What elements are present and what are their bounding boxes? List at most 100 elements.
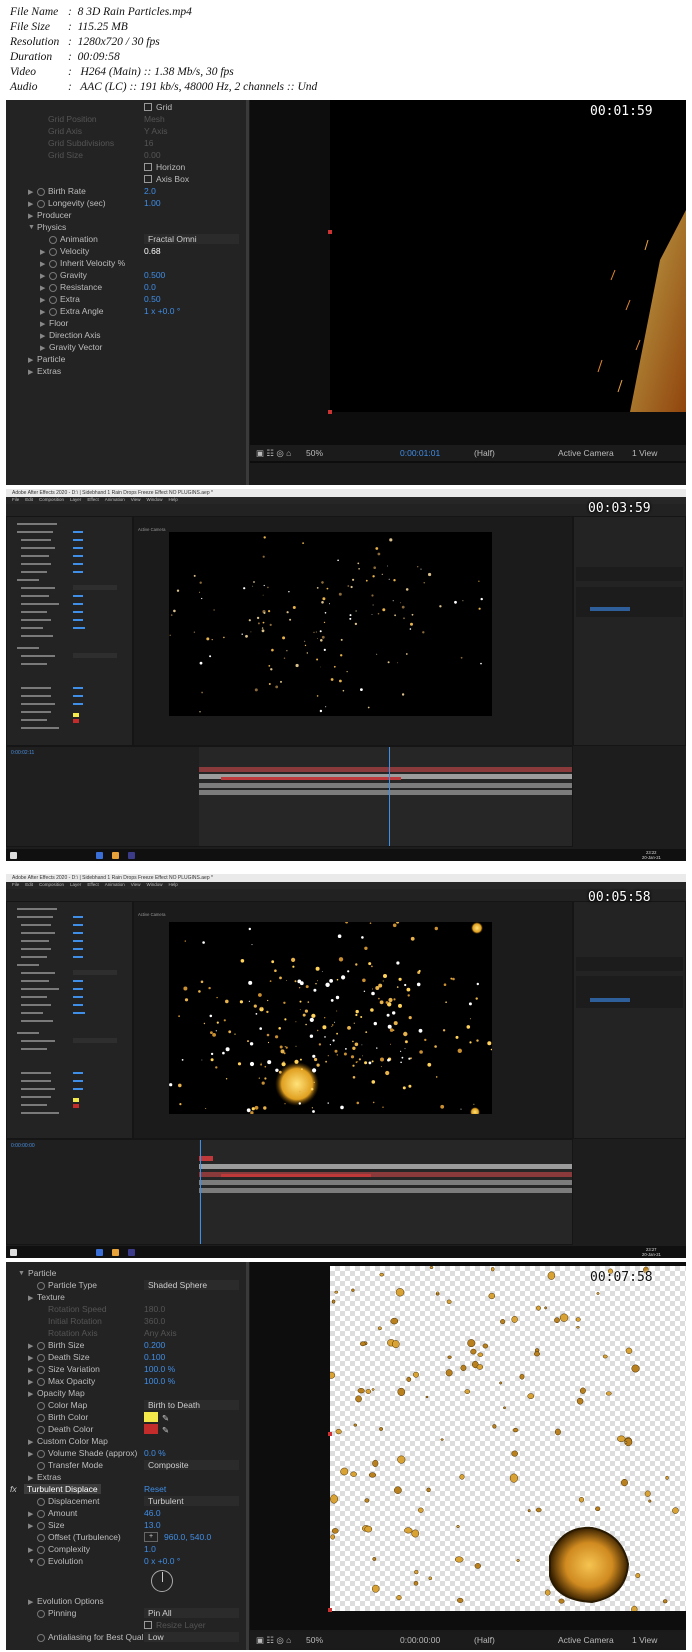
comp-handle[interactable] [328, 410, 332, 414]
extra-row[interactable]: ▶ Extra 0.50 [6, 294, 246, 306]
gravity-vector-row[interactable]: ▶ Gravity Vector [6, 342, 246, 354]
stopwatch-icon[interactable] [37, 1414, 45, 1422]
stopwatch-icon[interactable] [37, 200, 45, 208]
collapse-arrow-icon[interactable]: ▼ [28, 224, 35, 231]
resistance-row[interactable]: ▶ Resistance 0.0 [6, 282, 246, 294]
after-effects-icon[interactable] [128, 1249, 135, 1256]
stopwatch-icon[interactable] [37, 1354, 45, 1362]
composition-viewer[interactable]: 00:07:58 [250, 1262, 686, 1630]
velocity-row[interactable]: ▶ Velocity 0.68 [6, 246, 246, 258]
stopwatch-icon[interactable] [37, 188, 45, 196]
birth-color-swatch[interactable] [144, 1412, 158, 1422]
longevity-row[interactable]: ▶ Longevity (sec) 1.00 [6, 198, 246, 210]
particle-row[interactable]: ▶ Particle [6, 354, 246, 366]
expand-arrow-icon[interactable]: ▶ [28, 200, 33, 208]
stopwatch-icon[interactable] [37, 1634, 45, 1642]
particle [322, 1025, 327, 1030]
birth-rate-row[interactable]: ▶ Birth Rate 2.0 [6, 186, 246, 198]
start-icon[interactable] [10, 852, 17, 859]
transfer-mode-dropdown[interactable]: Composite [144, 1460, 239, 1470]
producer-row[interactable]: ▶ Producer [6, 210, 246, 222]
pinning-dropdown[interactable]: Pin All [144, 1608, 239, 1618]
stopwatch-icon[interactable] [37, 1546, 45, 1554]
eyedropper-icon[interactable]: ✎ [162, 1425, 169, 1436]
after-effects-icon[interactable] [128, 852, 135, 859]
stopwatch-icon[interactable] [37, 1282, 45, 1290]
displacement-dropdown[interactable]: Turbulent [144, 1496, 239, 1506]
inherit-velocity-row[interactable]: ▶ Inherit Velocity % [6, 258, 246, 270]
fx-icon[interactable]: fx [10, 1484, 17, 1494]
stopwatch-icon[interactable] [37, 1450, 45, 1458]
direction-axis-row[interactable]: ▶ Direction Axis [6, 330, 246, 342]
crosshair-icon[interactable]: + [144, 1532, 158, 1542]
color-map-dropdown[interactable]: Birth to Death [144, 1400, 239, 1410]
app-icon[interactable] [112, 852, 119, 859]
animation-row[interactable]: Animation Fractal Omni [6, 234, 246, 246]
particle [460, 1364, 467, 1372]
timeline-tracks[interactable] [199, 1140, 572, 1244]
composition-viewer[interactable]: 00:01:59 [250, 100, 686, 463]
stopwatch-icon[interactable] [49, 296, 57, 304]
stopwatch-icon[interactable] [37, 1426, 45, 1434]
animation-dropdown[interactable]: Fractal Omni [144, 234, 239, 244]
timeline-tracks[interactable] [199, 747, 572, 846]
expand-arrow-icon[interactable]: ▶ [28, 212, 33, 220]
eyedropper-icon[interactable]: ✎ [162, 1413, 169, 1424]
app-icon[interactable] [112, 1249, 119, 1256]
gravity-row[interactable]: ▶ Gravity 0.500 [6, 270, 246, 282]
floor-row[interactable]: ▶ Floor [6, 318, 246, 330]
particle [392, 1011, 396, 1015]
particle [371, 1584, 380, 1593]
stopwatch-icon[interactable] [37, 1534, 45, 1542]
stopwatch-icon[interactable] [49, 260, 57, 268]
comp-handle[interactable] [328, 1608, 332, 1612]
stopwatch-icon[interactable] [49, 236, 57, 244]
particle [490, 1048, 493, 1051]
app-icon[interactable] [96, 1249, 103, 1256]
particle [469, 1018, 471, 1020]
panel-divider[interactable] [246, 100, 249, 485]
stopwatch-icon[interactable] [37, 1366, 45, 1374]
start-icon[interactable] [10, 1249, 17, 1256]
antialiasing-dropdown[interactable]: Low [144, 1632, 239, 1642]
playhead[interactable] [389, 747, 390, 846]
death-color-swatch[interactable] [144, 1424, 158, 1434]
stopwatch-icon[interactable] [37, 1510, 45, 1518]
composition-canvas[interactable] [327, 1265, 686, 1614]
expand-arrow-icon[interactable]: ▶ [28, 188, 33, 196]
stopwatch-icon[interactable] [37, 1462, 45, 1470]
physics-row[interactable]: ▼ Physics [6, 222, 246, 234]
particle [323, 648, 326, 651]
app-icon[interactable] [96, 852, 103, 859]
stopwatch-icon[interactable] [49, 284, 57, 292]
extras-row[interactable]: ▶ Extras [6, 366, 246, 378]
stopwatch-icon[interactable] [37, 1522, 45, 1530]
stopwatch-icon[interactable] [37, 1378, 45, 1386]
viewer-icons[interactable]: ▣ ☷ ◎ ⌂ [256, 1635, 291, 1646]
composition-canvas[interactable] [169, 920, 493, 1117]
extra-angle-row[interactable]: ▶ Extra Angle 1 x +0.0 ° [6, 306, 246, 318]
composition-canvas[interactable] [330, 100, 686, 412]
timestamp: 00:03:59 [588, 501, 651, 516]
particle [202, 941, 205, 944]
panel-divider[interactable] [246, 1262, 249, 1650]
playhead[interactable] [200, 1140, 201, 1244]
stopwatch-icon[interactable] [49, 248, 57, 256]
particle [372, 604, 374, 606]
reset-link[interactable]: Reset [144, 1484, 166, 1494]
composition-canvas[interactable] [169, 532, 492, 716]
stopwatch-icon[interactable] [37, 1402, 45, 1410]
viewer-icons[interactable]: ▣ ☷ ◎ ⌂ [256, 448, 291, 459]
particle-type-dropdown[interactable]: Shaded Sphere [144, 1280, 239, 1290]
stopwatch-icon[interactable] [37, 1342, 45, 1350]
stopwatch-icon[interactable] [49, 272, 57, 280]
stopwatch-icon[interactable] [37, 1558, 45, 1566]
stopwatch-icon[interactable] [37, 1610, 45, 1618]
comp-handle[interactable] [328, 1432, 332, 1436]
particle [241, 633, 243, 635]
comp-handle[interactable] [328, 230, 332, 234]
stopwatch-icon[interactable] [49, 308, 57, 316]
evolution-dial[interactable] [151, 1570, 173, 1592]
stopwatch-icon[interactable] [37, 1498, 45, 1506]
particle [262, 621, 265, 624]
